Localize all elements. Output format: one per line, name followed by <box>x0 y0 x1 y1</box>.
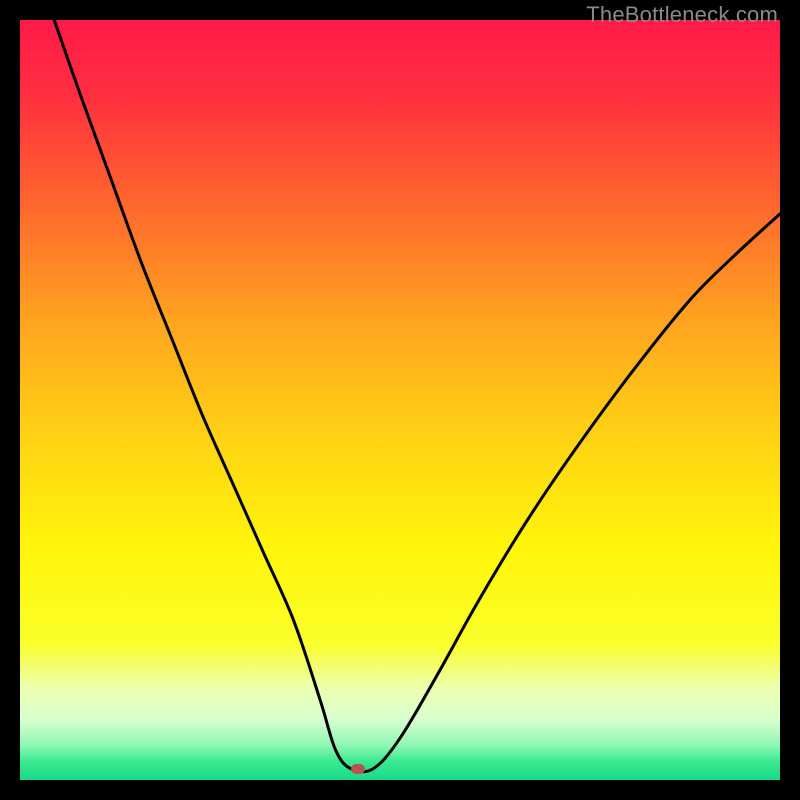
bottleneck-curve <box>20 20 780 780</box>
chart-frame: TheBottleneck.com <box>0 0 800 800</box>
plot-area <box>20 20 780 780</box>
watermark-text: TheBottleneck.com <box>586 2 778 28</box>
config-marker <box>351 764 365 774</box>
